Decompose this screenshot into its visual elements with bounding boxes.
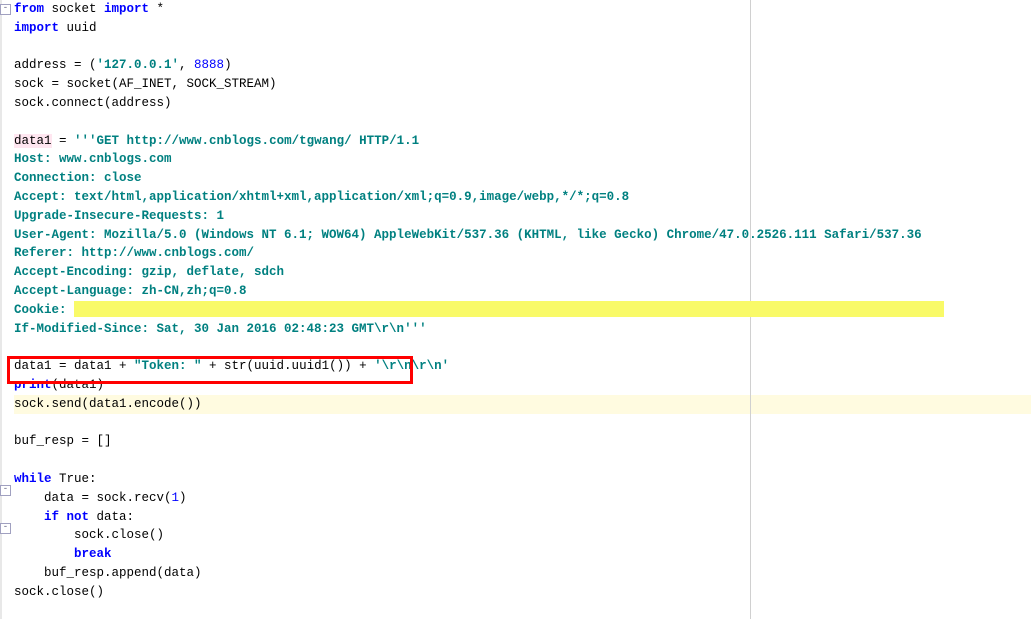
code-line: if not data: xyxy=(14,508,1031,527)
code-line: import uuid xyxy=(14,19,1031,38)
fold-marker-icon[interactable]: - xyxy=(0,523,11,534)
keyword-from: from xyxy=(14,2,44,16)
code-line: buf_resp = [] xyxy=(14,432,1031,451)
code-line: from socket import * xyxy=(14,0,1031,19)
code-line: Cookie: xyxy=(14,301,1031,320)
code-line: sock.close() xyxy=(14,583,1031,602)
blank-line xyxy=(14,414,1031,433)
string-literal: '127.0.0.1' xyxy=(97,58,180,72)
code-line: Upgrade-Insecure-Requests: 1 xyxy=(14,207,1031,226)
blank-line xyxy=(14,38,1031,57)
fold-marker-icon[interactable]: - xyxy=(0,485,11,496)
code-line: buf_resp.append(data) xyxy=(14,564,1031,583)
blank-line xyxy=(14,338,1031,357)
keyword-print: print xyxy=(14,378,52,392)
string-literal: Accept: text/html,application/xhtml+xml,… xyxy=(14,190,629,204)
code-line: Connection: close xyxy=(14,169,1031,188)
fold-marker-icon[interactable]: - xyxy=(0,4,11,15)
code-line: Accept-Encoding: gzip, deflate, sdch xyxy=(14,263,1031,282)
code-line: Host: www.cnblogs.com xyxy=(14,150,1031,169)
string-literal: User-Agent: Mozilla/5.0 (Windows NT 6.1;… xyxy=(14,228,922,242)
code-line: print(data1) xyxy=(14,376,1031,395)
string-literal: '\r\n\r\n' xyxy=(374,359,449,373)
keyword-if: if xyxy=(44,510,59,524)
code-line: break xyxy=(14,545,1031,564)
keyword-break: break xyxy=(74,547,112,561)
code-line: User-Agent: Mozilla/5.0 (Windows NT 6.1;… xyxy=(14,226,1031,245)
code-editor-view: - - - from socket import * import uuid a… xyxy=(0,0,1031,619)
highlighted-word: data1 xyxy=(14,134,52,148)
string-literal: Host: www.cnblogs.com xyxy=(14,152,172,166)
blank-line xyxy=(14,451,1031,470)
code-line: sock.close() xyxy=(14,526,1031,545)
code-line: sock.connect(address) xyxy=(14,94,1031,113)
current-line: sock.send(data1.encode()) xyxy=(14,395,1031,414)
code-line: while True: xyxy=(14,470,1031,489)
code-line: data1 = data1 + "Token: " + str(uuid.uui… xyxy=(14,357,1031,376)
code-line: If-Modified-Since: Sat, 30 Jan 2016 02:4… xyxy=(14,320,1031,339)
code-line: Accept: text/html,application/xhtml+xml,… xyxy=(14,188,1031,207)
number-literal: 1 xyxy=(172,491,180,505)
code-line: Accept-Language: zh-CN,zh;q=0.8 xyxy=(14,282,1031,301)
string-literal: '''GET http://www.cnblogs.com/tgwang/ HT… xyxy=(74,134,419,148)
keyword-import: import xyxy=(104,2,149,16)
string-literal: If-Modified-Since: Sat, 30 Jan 2016 02:4… xyxy=(14,322,427,336)
redacted-cookie-value xyxy=(74,301,944,317)
string-literal: Accept-Encoding: gzip, deflate, sdch xyxy=(14,265,284,279)
number-literal: 8888 xyxy=(194,58,224,72)
keyword-not: not xyxy=(59,510,89,524)
string-literal: Accept-Language: zh-CN,zh;q=0.8 xyxy=(14,284,247,298)
code-line: sock = socket(AF_INET, SOCK_STREAM) xyxy=(14,75,1031,94)
keyword-import: import xyxy=(14,21,59,35)
string-literal: Upgrade-Insecure-Requests: 1 xyxy=(14,209,224,223)
code-line: data = sock.recv(1) xyxy=(14,489,1031,508)
code-line: address = ('127.0.0.1', 8888) xyxy=(14,56,1031,75)
string-literal: Cookie: xyxy=(14,303,74,317)
code-line: Referer: http://www.cnblogs.com/ xyxy=(14,244,1031,263)
string-literal: Connection: close xyxy=(14,171,142,185)
string-literal: Referer: http://www.cnblogs.com/ xyxy=(14,246,254,260)
blank-line xyxy=(14,113,1031,132)
keyword-while: while xyxy=(14,472,52,486)
code-line: data1 = '''GET http://www.cnblogs.com/tg… xyxy=(14,132,1031,151)
string-literal: "Token: " xyxy=(134,359,202,373)
